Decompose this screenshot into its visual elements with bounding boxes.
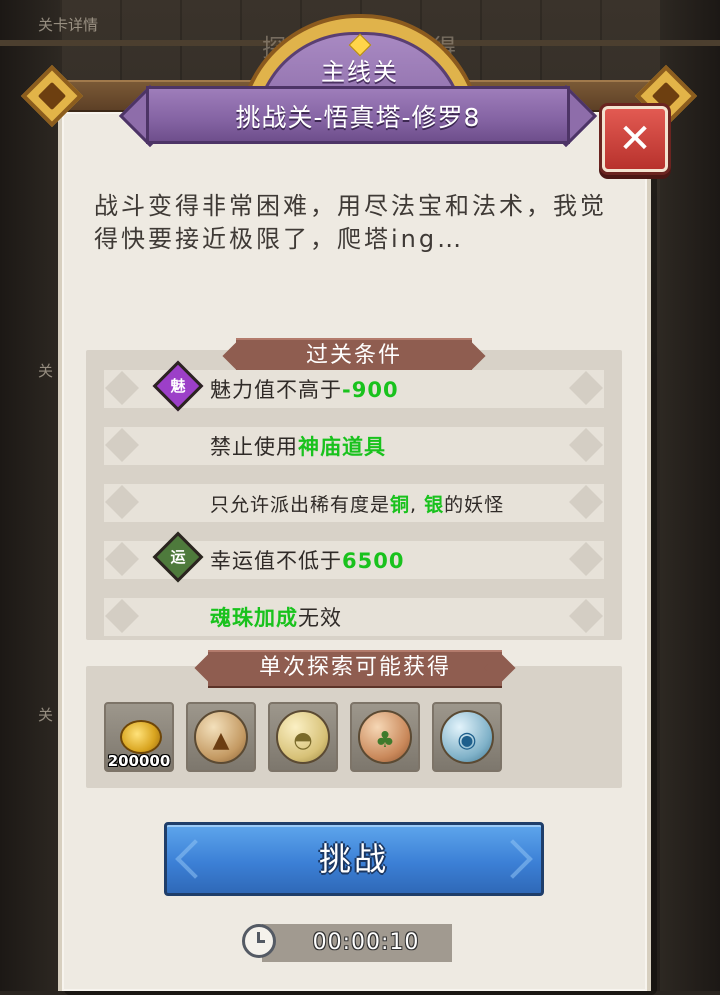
chevron-right-icon <box>493 839 533 879</box>
bell-orb-icon: ◓ <box>276 710 330 764</box>
wood-orb-icon: ♣ <box>358 710 412 764</box>
condition-row: 运 幸运值不低于6500 <box>104 531 604 583</box>
background-side-label: 关 <box>38 362 54 380</box>
reward-item-bell-orb[interactable]: ◓ <box>268 702 338 772</box>
close-icon: ✕ <box>618 116 652 162</box>
condition-row: 魅 魅力值不高于-900 <box>104 360 604 412</box>
condition-row: 魂珠加成无效 <box>104 598 604 636</box>
background-right-pillar <box>660 0 720 991</box>
gold-coins-icon <box>120 720 162 754</box>
condition-row: 禁止使用神庙道具 <box>104 427 604 465</box>
stage-title: 挑战关-悟真塔-修罗8 <box>235 103 481 132</box>
background-left-pillar <box>0 0 60 991</box>
reward-item-earth-orb[interactable]: ▲ <box>186 702 256 772</box>
rewards-heading: 单次探索可能获得 <box>208 650 502 688</box>
earth-orb-icon: ▲ <box>194 710 248 764</box>
challenge-button-label: 挑战 <box>318 840 389 878</box>
title-banner: 挑战关-悟真塔-修罗8 <box>118 84 598 148</box>
cooldown-timer: 00:00:10 <box>262 924 452 962</box>
background-corner-label: 关卡详情 <box>38 16 99 34</box>
chevron-left-icon <box>175 839 215 879</box>
close-button[interactable]: ✕ <box>602 106 668 172</box>
challenge-button[interactable]: 挑战 <box>164 822 544 896</box>
condition-row: 只允许派出稀有度是铜, 银的妖怪 <box>104 484 604 522</box>
condition-text: 幸运值不低于6500 <box>210 549 405 573</box>
stage-description: 战斗变得非常困难，用尽法宝和法术，我觉得快要接近极限了，爬塔ing… <box>94 192 607 253</box>
reward-quantity: 200000 <box>107 752 171 770</box>
reward-item-wood-orb[interactable]: ♣ <box>350 702 420 772</box>
condition-text: 禁止使用神庙道具 <box>210 435 386 459</box>
water-orb-icon: ◉ <box>440 710 494 764</box>
background-side-label-2: 关 <box>38 706 54 724</box>
stopwatch-icon <box>242 924 276 958</box>
reward-item-gold[interactable]: 200000 <box>104 702 174 772</box>
condition-text: 魂珠加成无效 <box>210 606 342 630</box>
condition-text: 魅力值不高于-900 <box>210 378 399 402</box>
stage-type-label: 主线关 <box>321 58 399 86</box>
condition-text: 只允许派出稀有度是铜, 银的妖怪 <box>210 494 505 516</box>
reward-item-water-orb[interactable]: ◉ <box>432 702 502 772</box>
